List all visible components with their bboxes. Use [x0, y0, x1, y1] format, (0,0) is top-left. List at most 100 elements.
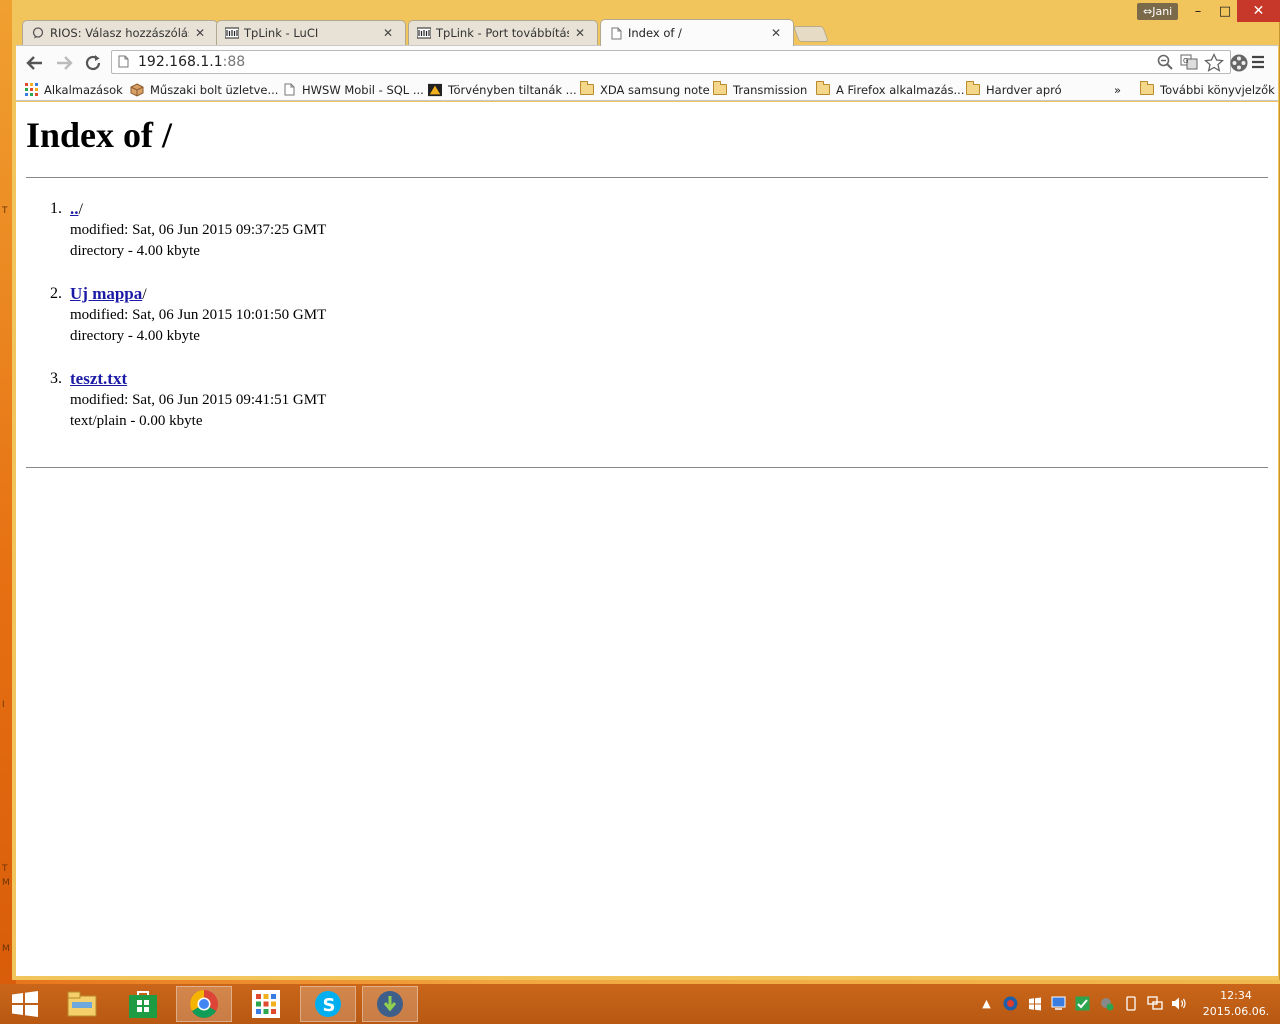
folder-icon — [966, 81, 980, 97]
bookmark-label: Alkalmazások — [44, 82, 123, 97]
page-content: Index of / 1. ../ modified: Sat, 06 Jun … — [16, 102, 1278, 976]
network-icon[interactable] — [1146, 995, 1163, 1012]
svg-text:G: G — [1183, 57, 1188, 65]
taskbar-chrome[interactable] — [176, 986, 232, 1022]
tab-index-of[interactable]: Index of / ✕ — [600, 19, 794, 46]
back-arrow-icon — [26, 56, 42, 70]
desktop-icon-fragment: I — [2, 700, 5, 710]
browser-toolbar: 192.168.1.1:88 G — [16, 45, 1278, 78]
close-window-button[interactable]: ✕ — [1237, 0, 1280, 22]
taskbar-skype[interactable]: S — [300, 986, 356, 1022]
close-icon: ✕ — [1252, 3, 1265, 19]
taskbar: S ▲ 12:34 2015.06.06. — [0, 984, 1280, 1024]
tab-title: RIOS: Válasz hozzászólás ír — [50, 26, 189, 40]
network-sync-icon[interactable] — [1050, 995, 1067, 1012]
film-reel-icon — [1230, 54, 1248, 72]
reload-button[interactable] — [82, 52, 104, 74]
clock[interactable]: 12:34 2015.06.06. — [1196, 988, 1276, 1020]
windows-flag-icon[interactable] — [1026, 995, 1043, 1012]
updates-icon[interactable] — [1098, 995, 1115, 1012]
bookmark-folder-hardver[interactable]: Hardver apró — [966, 81, 1062, 98]
directory-listing: 1. ../ modified: Sat, 06 Jun 2015 09:37:… — [26, 198, 626, 453]
address-bar[interactable]: 192.168.1.1:88 G — [111, 50, 1231, 74]
tab-close-icon[interactable]: ✕ — [769, 26, 783, 40]
back-button[interactable] — [24, 52, 46, 74]
zoom-icon[interactable] — [1156, 53, 1174, 77]
divider — [26, 467, 1268, 468]
new-tab-button[interactable] — [793, 26, 829, 42]
chrome-icon — [190, 990, 218, 1018]
tab-title: TpLink - LuCI — [244, 26, 319, 40]
entry-modified: modified: Sat, 06 Jun 2015 09:41:51 GMT — [70, 392, 327, 408]
show-hidden-icons-icon[interactable]: ▲ — [978, 995, 995, 1012]
url-port: :88 — [222, 54, 246, 70]
desktop-icon-fragment: T — [2, 206, 8, 216]
tab-title: TpLink - Port továbbítás - — [436, 26, 569, 40]
taskbar-store[interactable] — [115, 986, 171, 1022]
desktop-icon-fragment: M — [2, 878, 10, 888]
bookmark-muszaki-bolt[interactable]: Műszaki bolt üzletve... — [130, 81, 278, 98]
forward-button[interactable] — [53, 52, 75, 74]
bookmark-apps[interactable]: Alkalmazások — [24, 81, 123, 98]
bookmark-label: Törvényben tiltanák ... — [448, 82, 577, 97]
chevron-double-right-icon: » — [1114, 82, 1122, 97]
bookmark-folder-other[interactable]: További könyvjelzők — [1140, 81, 1275, 98]
tab-close-icon[interactable]: ✕ — [193, 26, 207, 40]
entry-suffix: / — [142, 286, 147, 303]
entry-info: text/plain - 0.00 kbyte — [70, 413, 203, 429]
reload-icon — [85, 55, 101, 71]
tab-close-icon[interactable]: ✕ — [381, 26, 395, 40]
tab-tplink-luci[interactable]: TpLink - LuCI ✕ — [216, 20, 406, 45]
apps-grid-icon — [24, 83, 38, 97]
security-check-icon[interactable] — [1074, 995, 1091, 1012]
extension-button[interactable] — [1228, 52, 1250, 74]
page-icon — [282, 83, 296, 97]
bookmark-folder-firefox[interactable]: A Firefox alkalmazás... — [816, 81, 964, 98]
page-title: Index of / — [26, 115, 173, 155]
site-logo-icon — [428, 83, 442, 97]
bookmarks-overflow-button[interactable]: » — [1114, 81, 1121, 98]
desktop-icon-fragment: M — [2, 944, 10, 954]
minimize-button[interactable]: – — [1184, 0, 1212, 22]
tab-rios[interactable]: RIOS: Válasz hozzászólás ír ✕ — [22, 20, 218, 45]
bookmark-torvenyben[interactable]: Törvényben tiltanák ... — [428, 81, 577, 98]
chat-bubble-icon — [31, 26, 45, 40]
profile-button[interactable]: ⇔ Jani — [1137, 3, 1179, 20]
tab-title: Index of / — [628, 26, 682, 40]
bookmark-hwsw-mobil[interactable]: HWSW Mobil - SQL ... — [282, 81, 424, 98]
bookmark-folder-transmission[interactable]: Transmission — [713, 81, 807, 98]
volume-icon[interactable] — [1170, 995, 1187, 1012]
translate-icon[interactable]: G — [1180, 53, 1198, 77]
url-host: 192.168.1.1 — [138, 54, 223, 70]
list-item: 3. teszt.txt modified: Sat, 06 Jun 2015 … — [26, 368, 626, 432]
bookmark-folder-xda[interactable]: XDA samsung note — [580, 81, 710, 98]
phone-device-icon[interactable] — [1122, 995, 1139, 1012]
list-item: 2. Uj mappa/ modified: Sat, 06 Jun 2015 … — [26, 283, 626, 347]
bookmark-label: HWSW Mobil - SQL ... — [302, 82, 424, 97]
taskbar-file-explorer[interactable] — [54, 986, 110, 1022]
antivirus-icon[interactable] — [1002, 995, 1019, 1012]
tab-tplink-port[interactable]: TpLink - Port továbbítás - ✕ — [408, 20, 598, 45]
tab-close-icon[interactable]: ✕ — [573, 26, 587, 40]
folder-icon — [816, 81, 830, 97]
bookmark-label: XDA samsung note — [600, 82, 710, 97]
svg-text:S: S — [323, 995, 336, 1016]
item-number: 3. — [50, 370, 62, 387]
folder-icon — [713, 81, 727, 97]
taskbar-start-apps[interactable] — [238, 986, 294, 1022]
menu-button[interactable] — [1250, 54, 1268, 72]
clock-date: 2015.06.06. — [1202, 1005, 1270, 1018]
entry-link-uj-mappa[interactable]: Uj mappa — [70, 284, 142, 303]
entry-link-teszt-txt[interactable]: teszt.txt — [70, 369, 127, 388]
bookmark-label: A Firefox alkalmazás... — [836, 82, 965, 97]
store-icon — [129, 991, 157, 1018]
box-icon — [130, 82, 144, 97]
taskbar-downloader[interactable] — [362, 986, 418, 1022]
maximize-button[interactable]: □ — [1211, 0, 1239, 22]
start-button[interactable] — [0, 986, 50, 1022]
bookmark-star-icon[interactable] — [1203, 52, 1225, 77]
maximize-icon: □ — [1218, 3, 1232, 19]
bookmark-label: Műszaki bolt üzletve... — [150, 82, 279, 97]
clock-time: 12:34 — [1220, 989, 1252, 1002]
entry-link-parent[interactable]: .. — [70, 199, 79, 218]
